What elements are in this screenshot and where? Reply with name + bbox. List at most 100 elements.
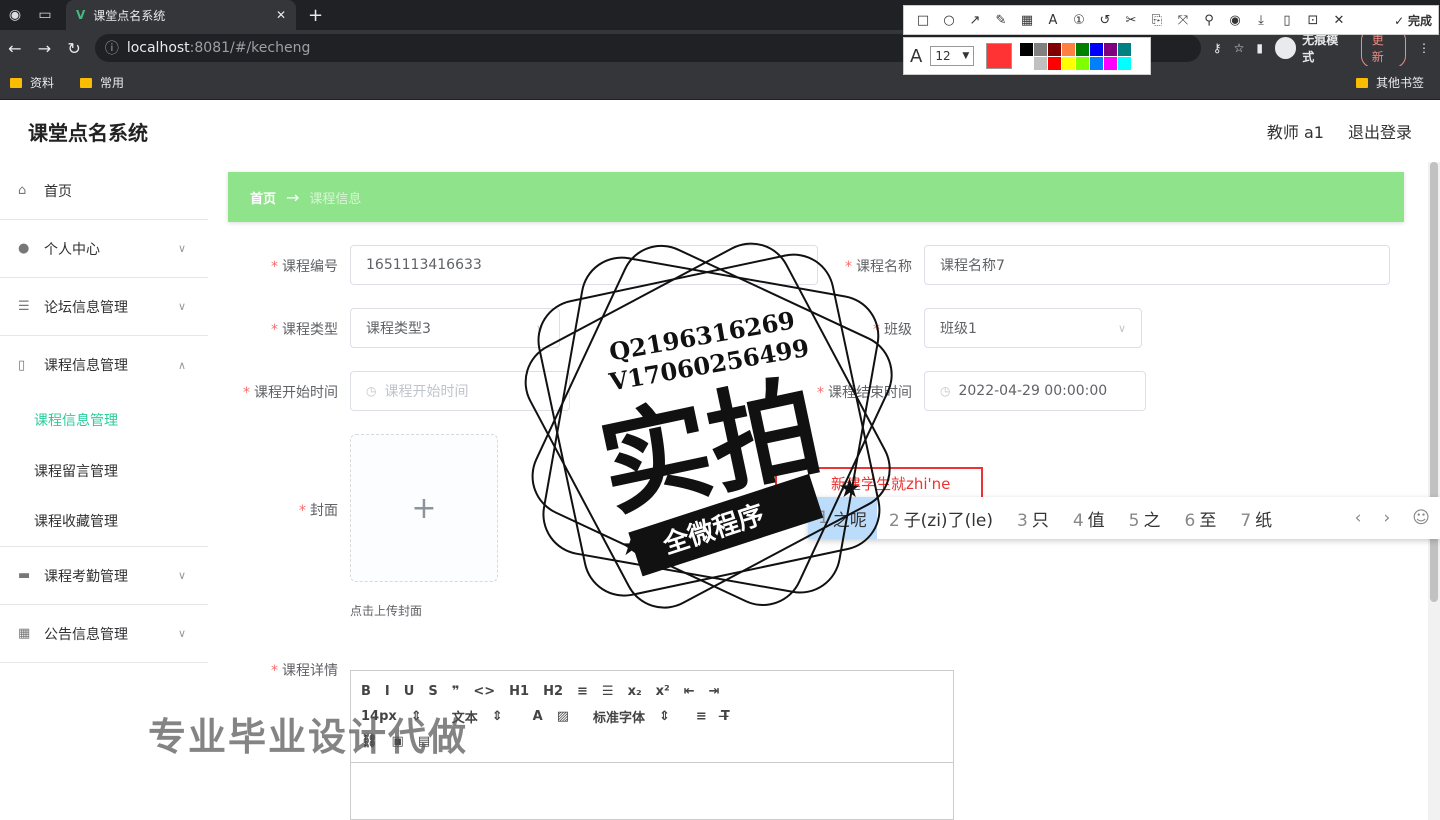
color-swatch[interactable] [1020, 56, 1034, 70]
color-swatch[interactable] [1090, 42, 1104, 56]
breadcrumb-home[interactable]: 首页 [250, 188, 276, 207]
pin-icon[interactable]: ⚲ [1196, 13, 1222, 28]
phone-icon[interactable]: ▯ [1274, 13, 1300, 28]
more-icon[interactable]: ⋮ [1418, 41, 1430, 55]
logout-link[interactable]: 退出登录 [1348, 119, 1412, 143]
color-swatch[interactable] [1118, 42, 1132, 56]
key-icon[interactable]: ⚷ [1213, 41, 1222, 55]
class-select[interactable]: 班级1 ∨ [924, 308, 1142, 348]
reload-icon[interactable]: ↻ [59, 39, 89, 58]
background-color-icon[interactable]: ▨ [557, 709, 569, 724]
bullet-list-icon[interactable]: ☰ [602, 684, 614, 699]
font-color-icon[interactable]: A [533, 709, 543, 724]
sidebar-item-notice[interactable]: ▦ 公告信息管理 ∨ [0, 605, 208, 663]
forward-icon[interactable]: → [30, 39, 60, 58]
window-icon[interactable]: ▭ [30, 0, 60, 30]
sidebar-subitem-course-info[interactable]: 课程信息管理 [0, 394, 208, 445]
heading1-icon[interactable]: H1 [509, 684, 529, 699]
undo-icon[interactable]: ↺ [1092, 13, 1118, 28]
chevron-left-icon[interactable]: ‹ [1355, 508, 1362, 528]
star-icon[interactable]: ☆ [1234, 41, 1245, 55]
color-swatch[interactable] [1034, 56, 1048, 70]
heading2-icon[interactable]: H2 [543, 684, 563, 699]
bookmark-icon[interactable]: ⊡ [1300, 13, 1326, 28]
outdent-icon[interactable]: ⇤ [684, 684, 695, 699]
code-icon[interactable]: <> [473, 684, 495, 699]
browser-tab[interactable]: V 课堂点名系统 ✕ [66, 0, 296, 30]
record-icon[interactable]: ◉ [1222, 13, 1248, 28]
sidebar-item-forum[interactable]: ☰ 论坛信息管理 ∨ [0, 278, 208, 336]
number-icon[interactable]: ① [1066, 13, 1092, 28]
color-swatch[interactable] [1076, 56, 1090, 70]
circle-icon[interactable]: ○ [936, 13, 962, 28]
bookmark-folder[interactable]: 资料 [10, 74, 54, 91]
ime-candidate[interactable]: 3只 [1017, 506, 1049, 531]
color-swatch[interactable] [1034, 42, 1048, 56]
clear-format-icon[interactable]: T̶ [721, 709, 730, 724]
sidebar-item-personal[interactable]: ● 个人中心 ∨ [0, 220, 208, 278]
ordered-list-icon[interactable]: ≡ [577, 684, 588, 699]
color-swatch[interactable] [1104, 56, 1118, 70]
font-size-select[interactable]: 12 ▼ [930, 46, 975, 66]
ime-candidate[interactable]: 6至 [1185, 506, 1217, 531]
sidebar-subitem-course-message[interactable]: 课程留言管理 [0, 445, 208, 496]
cover-upload[interactable]: + [350, 434, 498, 582]
ime-candidate[interactable]: 5之 [1129, 506, 1161, 531]
font-size-select[interactable]: 14px [361, 709, 397, 724]
link-icon[interactable]: ⛓ [361, 734, 378, 749]
arrow-icon[interactable]: ↗ [962, 13, 988, 28]
subscript-icon[interactable]: x₂ [628, 684, 642, 699]
font-family-select[interactable]: 标准字体 [593, 707, 645, 726]
underline-icon[interactable]: U [404, 684, 415, 699]
emoji-icon[interactable]: ☺ [1412, 508, 1430, 528]
rich-text-editor[interactable]: B I U S ❞ <> H1 H2 ≡ ☰ x₂ x² ⇤ ⇥ 14px ⇕ 文本 ⇕ A ▨ 标准字体… [350, 670, 954, 820]
sidebar-subitem-course-favorite[interactable]: 课程收藏管理 [0, 496, 208, 547]
bookmark-folder[interactable]: 常用 [80, 74, 124, 91]
info-icon[interactable]: ⓘ [105, 38, 119, 58]
mosaic-icon[interactable]: ▦ [1014, 13, 1040, 28]
color-swatch[interactable] [1118, 56, 1132, 70]
pen-icon[interactable]: ✎ [988, 13, 1014, 28]
color-swatch[interactable] [1076, 42, 1090, 56]
incognito-indicator[interactable]: 无痕模式 [1274, 31, 1349, 65]
back-icon[interactable]: ← [0, 39, 30, 58]
expand-icon[interactable]: ⤧ [1170, 13, 1196, 28]
sidebar-item-home[interactable]: ⌂ 首页 [0, 162, 208, 220]
italic-icon[interactable]: I [385, 684, 390, 699]
course-type-select[interactable]: 课程类型3 ∨ [350, 308, 560, 348]
download-icon[interactable]: ⤓ [1248, 13, 1274, 28]
chevron-right-icon[interactable]: › [1383, 508, 1390, 528]
video-icon[interactable]: ▤ [418, 734, 430, 749]
sidebar-item-course[interactable]: ▯ 课程信息管理 ∧ [0, 336, 208, 394]
page-scrollbar[interactable] [1428, 162, 1440, 820]
text-style-select[interactable]: 文本 [452, 707, 478, 726]
course-no-input[interactable]: 1651113416633 [350, 245, 818, 285]
indent-icon[interactable]: ⇥ [709, 684, 720, 699]
color-swatch[interactable] [1048, 42, 1062, 56]
close-icon[interactable]: ✕ [1326, 13, 1352, 28]
color-swatch[interactable] [1090, 56, 1104, 70]
color-swatch[interactable] [1020, 42, 1034, 56]
bold-icon[interactable]: B [361, 684, 371, 699]
color-swatch[interactable] [1104, 42, 1118, 56]
sidepanel-icon[interactable]: ▮ [1256, 41, 1263, 55]
ime-candidate[interactable]: 4值 [1073, 506, 1105, 531]
quote-icon[interactable]: ❞ [452, 684, 460, 699]
color-swatch[interactable] [1062, 42, 1076, 56]
new-tab-button[interactable]: + [308, 5, 323, 26]
done-button[interactable]: ✓ 完成 [1394, 12, 1432, 29]
course-name-input[interactable]: 课程名称7 [924, 245, 1390, 285]
close-tab-icon[interactable]: ✕ [276, 8, 286, 22]
current-color-swatch[interactable] [986, 43, 1013, 69]
text-icon[interactable]: A [1040, 13, 1066, 28]
globe-icon[interactable]: ◉ [0, 0, 30, 30]
translate-icon[interactable]: ⎘ [1144, 13, 1170, 28]
align-icon[interactable]: ≡ [696, 709, 707, 724]
ime-candidate[interactable]: 2 子(zi)了(le) [889, 506, 993, 531]
other-bookmarks[interactable]: 其他书签 [1355, 74, 1424, 91]
sidebar-item-attendance[interactable]: ▬ 课程考勤管理 ∨ [0, 547, 208, 605]
superscript-icon[interactable]: x² [656, 684, 670, 699]
cut-icon[interactable]: ✂ [1118, 13, 1144, 28]
end-time-picker[interactable]: ◷ 2022-04-29 00:00:00 [924, 371, 1146, 411]
color-swatch[interactable] [1062, 56, 1076, 70]
